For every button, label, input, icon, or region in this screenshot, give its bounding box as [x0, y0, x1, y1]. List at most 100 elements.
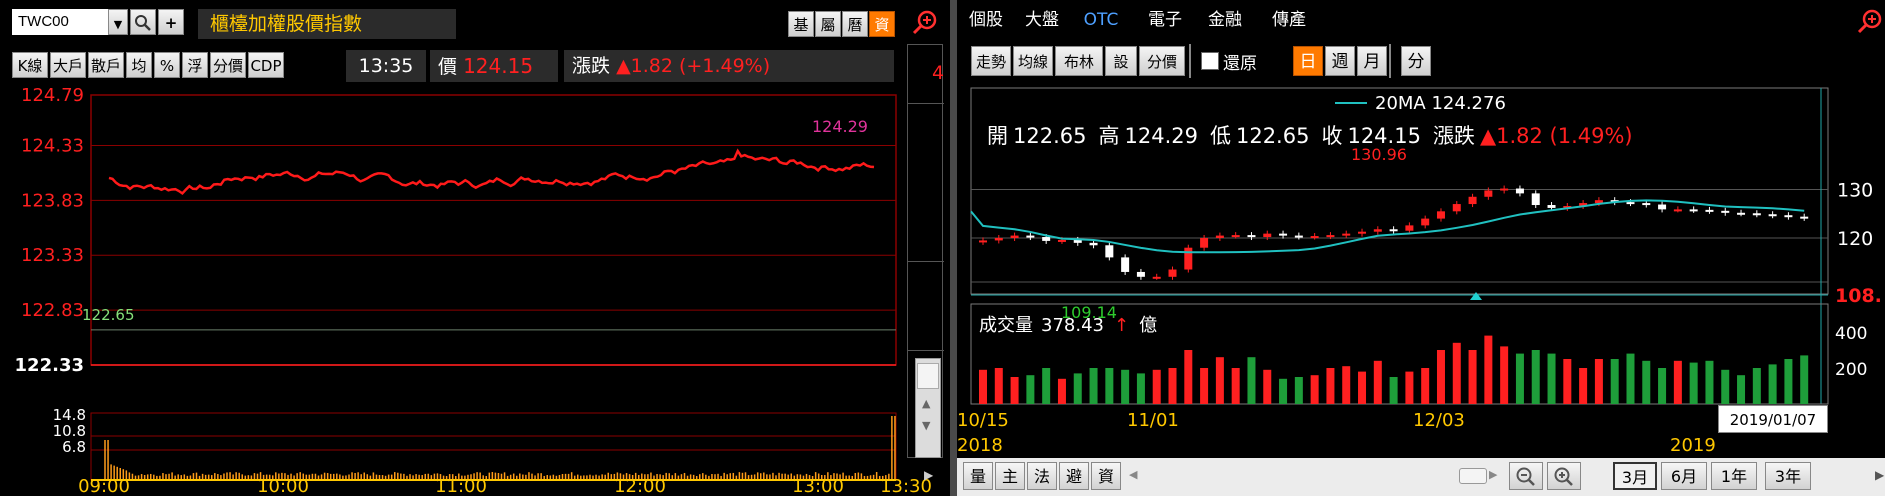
ohlc-open-label: 開: [987, 124, 1008, 148]
candle-body: [1326, 235, 1335, 238]
ma-legend-label: 20MA 124.276: [1375, 93, 1506, 114]
candle-body: [1042, 237, 1051, 241]
candle-body: [1752, 213, 1761, 216]
volume-bar: [1721, 369, 1730, 404]
volume-bar: [1642, 360, 1651, 404]
volume-bar: [1547, 353, 1556, 404]
volume-bar: [1515, 353, 1524, 404]
price-axis-label: 122.33: [15, 355, 84, 376]
candle-body: [1168, 269, 1177, 277]
range-btn-1[interactable]: 6月: [1661, 462, 1707, 490]
range-btn-3[interactable]: 3年: [1765, 462, 1811, 490]
candle-body: [1263, 233, 1272, 238]
volume-axis-label: 6.8: [62, 438, 86, 456]
volume-bar: [1373, 360, 1382, 404]
candle-body: [1121, 257, 1130, 272]
volume-bar: [1594, 359, 1603, 404]
volume-bar: [1263, 369, 1272, 404]
candle-body: [1421, 218, 1430, 226]
indicator-tab-3[interactable]: 避: [1059, 462, 1089, 490]
date-axis-label: 12/03: [1413, 410, 1465, 431]
intraday-panel: TWC00 ▼ + 櫃檯加權股價指數 基 屬 曆 資 K線 大戶 散戶均% 浮分價 CD…: [0, 0, 950, 496]
horizontal-scroll-thumb[interactable]: [1459, 468, 1487, 484]
side-expand-arrow[interactable]: ▶: [924, 468, 933, 482]
candle-body: [1768, 214, 1777, 217]
range-btn-2[interactable]: 1年: [1711, 462, 1757, 490]
date-axis-label: 11/01: [1127, 410, 1179, 431]
prev-close-label: 122.65: [82, 306, 135, 324]
scroll-left-arrow[interactable]: ◀: [1129, 468, 1137, 481]
volume-bar: [1389, 377, 1398, 404]
candle-body: [1152, 276, 1161, 279]
volume-bar: [1452, 342, 1461, 404]
candle-body: [1373, 229, 1382, 232]
kline-frame: [970, 87, 1829, 295]
price-axis-label: 123.33: [21, 245, 84, 266]
arrow-up-icon: ↑: [1114, 315, 1129, 336]
ohlc-change-label: 漲跌: [1433, 124, 1475, 148]
candle-body: [1531, 193, 1540, 206]
scrollbar[interactable]: ▲ ▼: [915, 358, 941, 458]
scroll-right-arrow[interactable]: ▶: [1489, 468, 1497, 481]
volume-bar: [1610, 359, 1619, 404]
panel-divider[interactable]: [950, 0, 957, 496]
scroll-down-arrow[interactable]: ▼: [922, 419, 930, 432]
candle-body: [1026, 235, 1035, 238]
ohlc-open: 122.65: [1013, 124, 1086, 148]
scroll-up-arrow[interactable]: ▲: [922, 397, 930, 410]
volume-bar: [1294, 377, 1303, 404]
volume-bar: [1658, 368, 1667, 404]
indicator-tab-2[interactable]: 法: [1027, 462, 1057, 490]
indicator-tab-4[interactable]: 資: [1091, 462, 1121, 490]
volume-bar: [1800, 355, 1809, 404]
side-edge-mark: 4: [932, 62, 945, 84]
price-axis-label: 123.83: [21, 190, 84, 211]
zoom-in-button[interactable]: [1547, 462, 1581, 490]
indicator-tab-0[interactable]: 量: [963, 462, 993, 490]
volume-bar: [1626, 353, 1635, 404]
candle-body: [1358, 231, 1367, 234]
candle-body: [1247, 235, 1256, 238]
candle-body: [979, 240, 987, 243]
kline-axis-label: 120: [1837, 228, 1873, 250]
volume-bar: [1200, 368, 1209, 404]
volume-bar: [1468, 350, 1477, 404]
volume-bar: [1215, 357, 1224, 404]
ohlc-close-label: 收: [1321, 124, 1342, 148]
volume-bar: [1500, 346, 1509, 404]
candle-body: [1468, 196, 1477, 205]
price-axis-label: 124.33: [21, 135, 84, 156]
candle-body: [1673, 209, 1682, 212]
zoom-out-button[interactable]: [1509, 462, 1543, 490]
volume-bar: [1057, 378, 1066, 404]
price-axis-label: 122.83: [21, 300, 84, 321]
indicator-tab-1[interactable]: 主: [995, 462, 1025, 490]
candle-body: [1737, 212, 1746, 215]
crosshair-price-label: 108.: [1835, 285, 1882, 307]
ohlc-low: 122.65: [1236, 124, 1309, 148]
range-btn-0[interactable]: 3月: [1613, 462, 1657, 490]
volume-bar: [1152, 369, 1161, 404]
volume-bar: [1768, 364, 1777, 404]
candle-body: [1784, 215, 1793, 218]
candle-body: [994, 238, 1003, 241]
candle-body: [1294, 235, 1303, 238]
candle-body: [1010, 235, 1019, 238]
candle-body: [1452, 204, 1461, 212]
scroll-thumb[interactable]: [917, 363, 939, 389]
volume-bar: [1026, 375, 1035, 404]
volume-bar: [1105, 368, 1114, 404]
candle-body: [1310, 236, 1319, 239]
volume-bar: [1310, 375, 1319, 404]
time-axis-label: 09:00: [78, 476, 130, 496]
more-ranges-arrow[interactable]: ▶: [1875, 468, 1884, 482]
candle-body: [1658, 204, 1667, 210]
volume-bar: [1042, 368, 1051, 404]
candle-body: [1689, 209, 1698, 212]
volume-frame: [90, 412, 897, 481]
price-frame: [90, 94, 897, 366]
volume-bar: [1089, 368, 1098, 404]
volume-unit: 億: [1139, 315, 1157, 336]
volume-bar: [1673, 360, 1682, 404]
price-axis-label: 124.79: [21, 85, 84, 106]
